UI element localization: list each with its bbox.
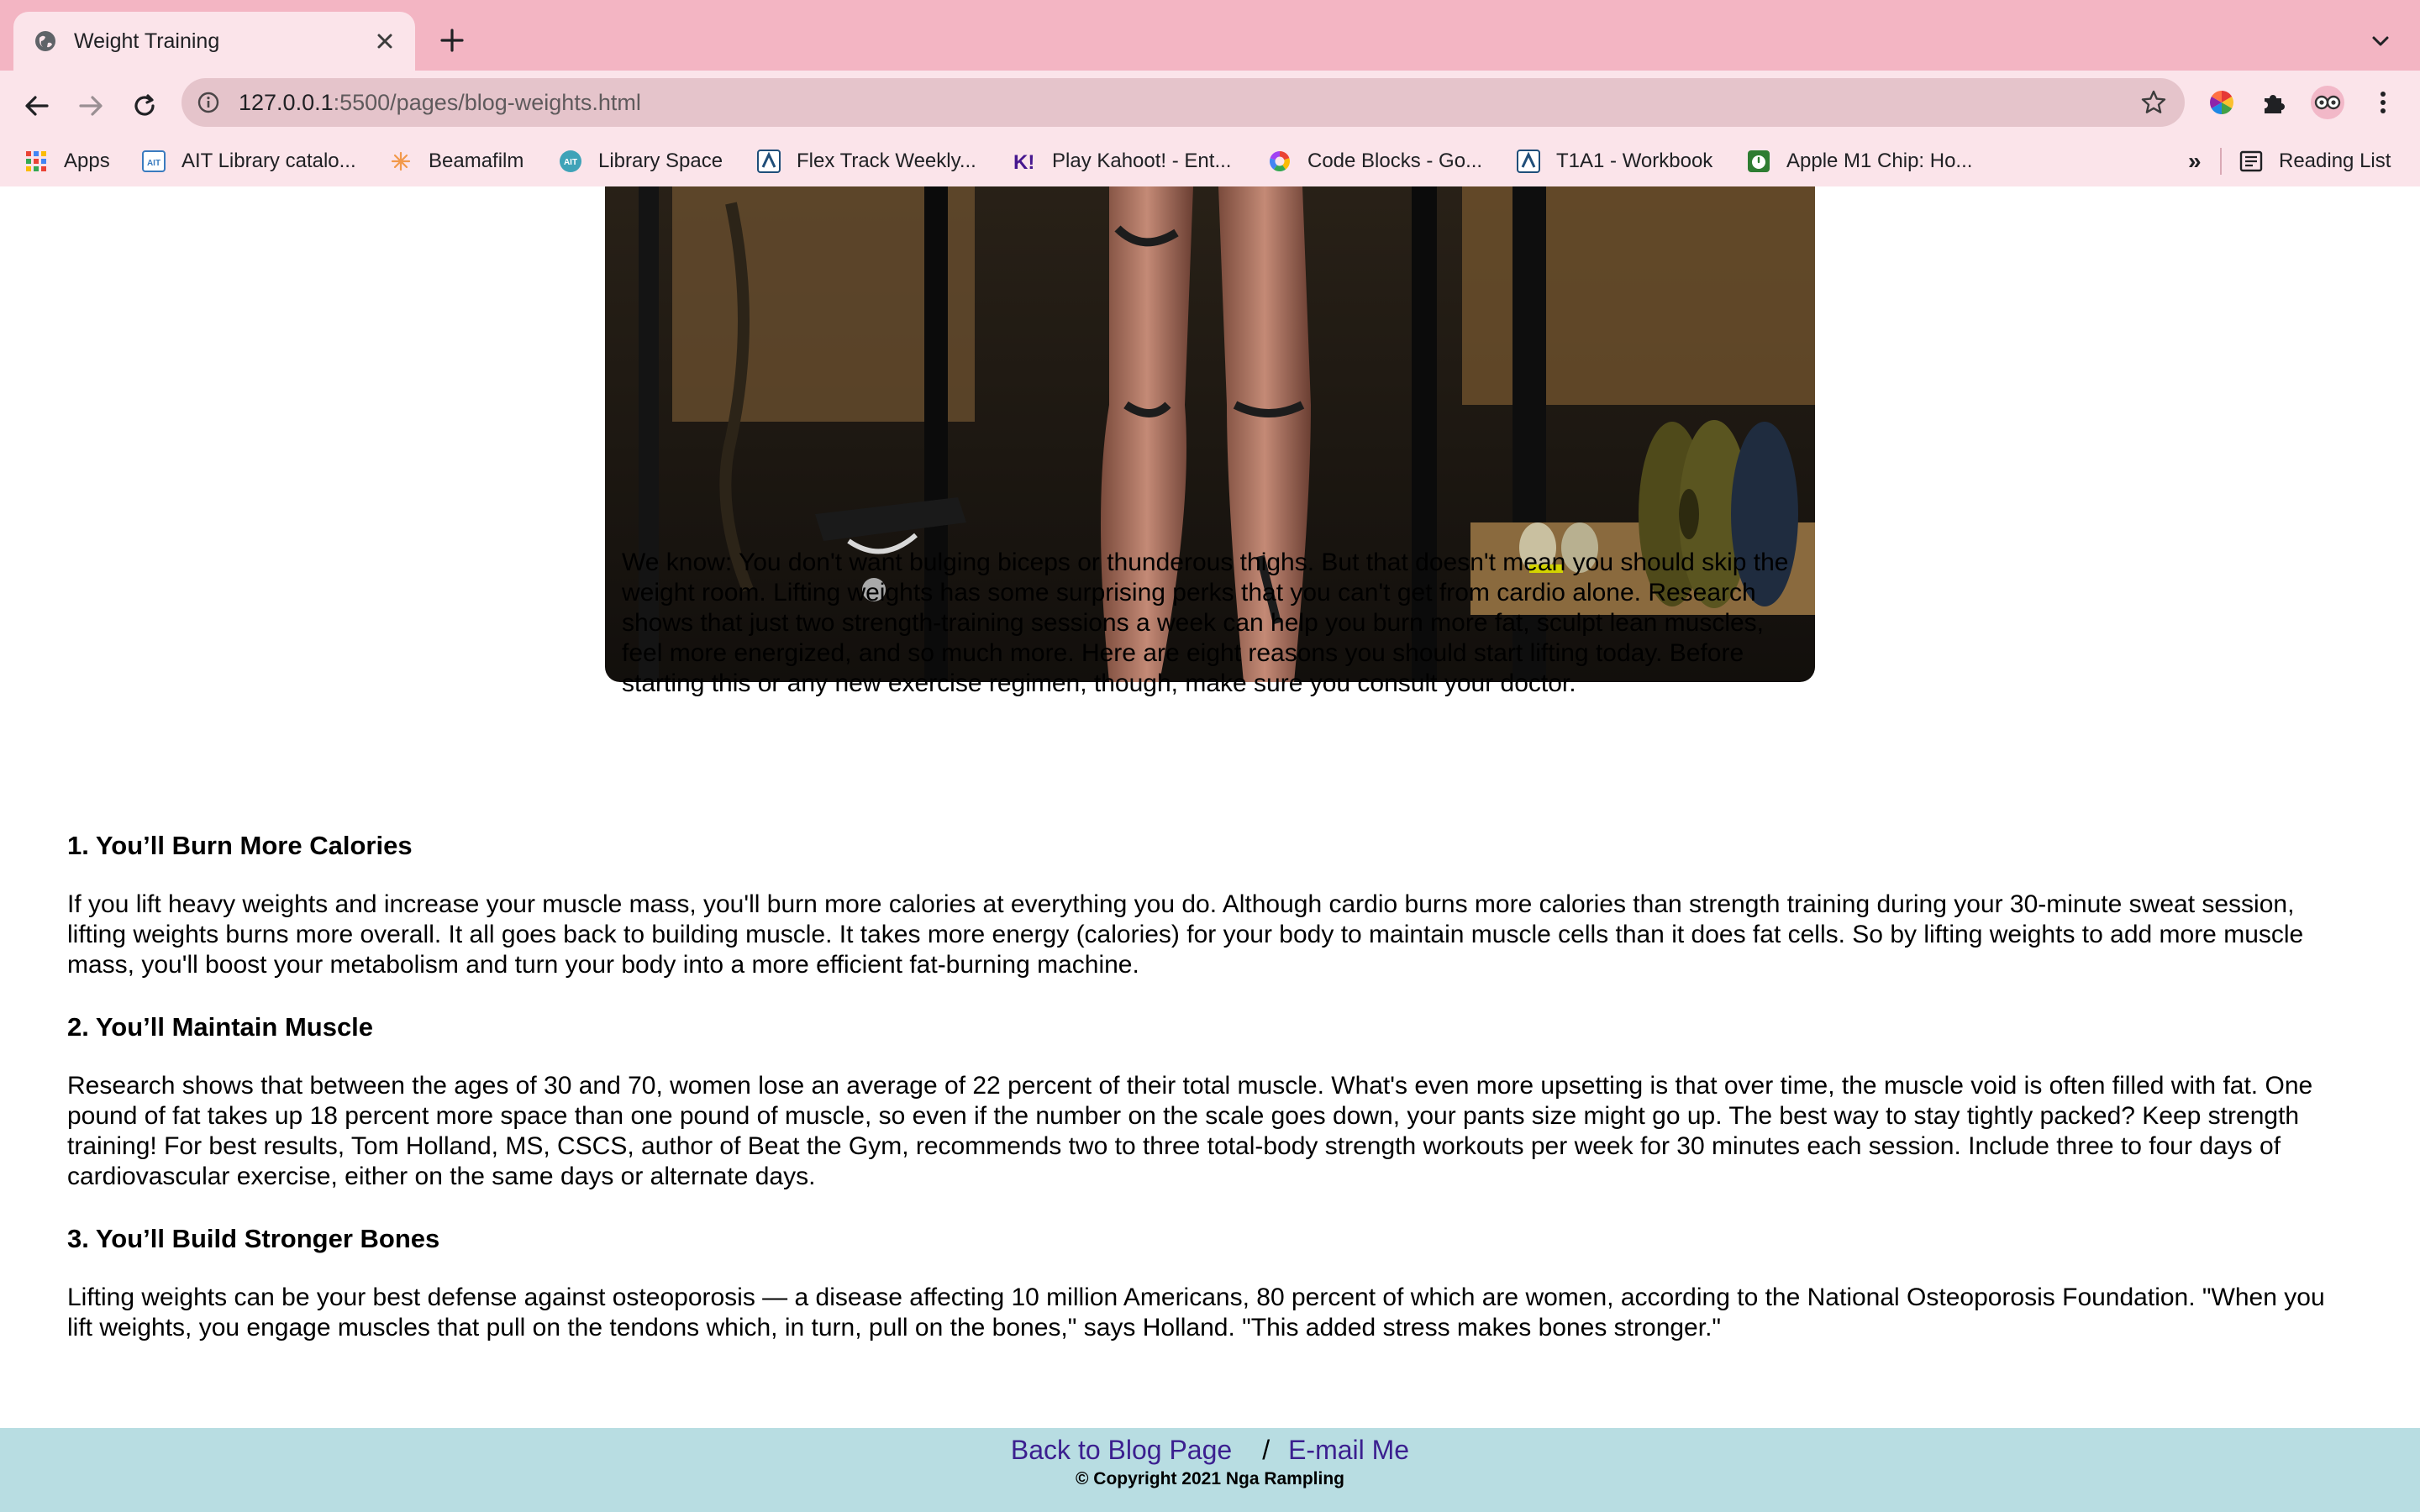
color-wheel-icon	[2210, 91, 2233, 114]
bookmark-t1a1-workbook[interactable]: T1A1 - Workbook	[1516, 144, 1712, 178]
url-host: 127.0.0.1	[239, 90, 334, 115]
kebab-menu-icon	[2381, 92, 2386, 113]
bookmark-flex-track[interactable]: Flex Track Weekly...	[756, 144, 976, 178]
bookmark-kahoot[interactable]: K! Play Kahoot! - Ent...	[1012, 144, 1231, 178]
bookmarks-overflow-button[interactable]: »	[2188, 144, 2202, 178]
apps-grid-icon	[24, 149, 49, 174]
bookmark-label: Apple M1 Chip: Ho...	[1786, 150, 1973, 172]
kahoot-icon: K!	[1012, 149, 1037, 174]
intro-paragraph: We know: You don't want bulging biceps o…	[622, 549, 1789, 697]
bookmark-star-icon[interactable]	[2139, 88, 2168, 117]
reading-list-label: Reading List	[2279, 150, 2391, 172]
bookmark-label: Beamafilm	[429, 150, 524, 172]
canvas-icon	[756, 149, 781, 174]
section-heading: 1. You’ll Burn More Calories	[67, 831, 413, 860]
stopwatch-icon	[1746, 149, 1771, 174]
bookmark-code-blocks[interactable]: Code Blocks - Go...	[1267, 144, 1482, 178]
section-body: Research shows that between the ages of …	[67, 1072, 2313, 1190]
url-path: :5500/pages/blog-weights.html	[333, 90, 641, 115]
tab-weight-training[interactable]: Weight Training	[13, 12, 415, 71]
bookmark-library-space[interactable]: AIT Library Space	[558, 144, 723, 178]
reading-list-button[interactable]: Reading List	[2238, 144, 2391, 178]
bookmark-label: Apps	[64, 150, 110, 172]
arrow-left-icon	[25, 96, 49, 116]
copyright-text: © Copyright 2021 Nga Rampling	[1075, 1469, 1345, 1488]
beamafilm-icon	[388, 149, 413, 174]
page-footer: Back to Blog Page / E-mail Me © Copyright …	[0, 1428, 2420, 1512]
tab-title: Weight Training	[74, 29, 220, 53]
reload-icon	[134, 94, 155, 116]
bookmark-label: T1A1 - Workbook	[1556, 150, 1713, 172]
globe-icon	[35, 31, 55, 51]
svg-text:AIT: AIT	[564, 158, 577, 167]
glasses-avatar-icon	[2314, 95, 2341, 110]
section-heading: 3. You’ll Build Stronger Bones	[67, 1224, 440, 1253]
reading-list-icon	[2238, 149, 2264, 174]
browser-menu-button[interactable]	[2366, 86, 2400, 119]
new-tab-plus-icon[interactable]	[437, 25, 467, 55]
reload-button[interactable]	[123, 84, 166, 128]
extensions-button[interactable]	[2257, 86, 2291, 119]
puzzle-piece-icon	[2265, 95, 2285, 113]
chevron-down-icon[interactable]	[2368, 29, 2393, 54]
section-body: Lifting weights can be your best defense…	[67, 1284, 2325, 1341]
url-text[interactable]: 127.0.0.1:5500/pages/blog-weights.html	[239, 88, 641, 117]
bookmark-beamafilm[interactable]: Beamafilm	[388, 144, 523, 178]
bookmark-apps[interactable]: Apps	[24, 144, 110, 178]
profile-avatar-button[interactable]	[2311, 86, 2344, 119]
forward-button[interactable]	[69, 84, 113, 128]
bookmarks-bar: Apps AIT AIT Library catalo... Beamafilm…	[0, 138, 2420, 185]
bookmark-label: Library Space	[598, 150, 723, 172]
browser-toolbar: 127.0.0.1:5500/pages/blog-weights.html A…	[0, 71, 2420, 202]
ait-icon: AIT	[141, 149, 166, 174]
color-extension-button[interactable]	[2205, 86, 2238, 119]
bookmark-apple-m1[interactable]: Apple M1 Chip: Ho...	[1746, 144, 1972, 178]
arrow-right-icon	[79, 96, 103, 116]
bookmark-ait-library[interactable]: AIT AIT Library catalo...	[141, 144, 356, 178]
svg-text:AIT: AIT	[147, 159, 160, 168]
bookmarks-divider	[2220, 148, 2222, 175]
section-body: If you lift heavy weights and increase y…	[67, 890, 2304, 979]
footer-links: Back to Blog Page / E-mail Me	[0, 1428, 2420, 1467]
page-viewport[interactable]: We know: You don't want bulging biceps o…	[0, 186, 2420, 1512]
svg-text:K!: K!	[1013, 151, 1034, 174]
info-icon[interactable]	[197, 91, 220, 114]
article-sections: 1. You’ll Burn More Calories If you lift…	[67, 829, 2353, 1373]
ait-circle-icon: AIT	[558, 149, 583, 174]
tab-strip: Weight Training	[0, 0, 2420, 71]
address-bar[interactable]: 127.0.0.1:5500/pages/blog-weights.html	[182, 78, 2185, 127]
bookmark-label: Code Blocks - Go...	[1307, 150, 1483, 172]
bookmark-label: Play Kahoot! - Ent...	[1052, 150, 1232, 172]
close-icon[interactable]	[371, 28, 398, 55]
footer-separator: /	[1262, 1435, 1270, 1465]
bookmark-label: Flex Track Weekly...	[797, 150, 976, 172]
email-me-link[interactable]: E-mail Me	[1288, 1435, 1409, 1465]
back-to-blog-link[interactable]: Back to Blog Page	[1011, 1435, 1232, 1465]
back-button[interactable]	[15, 84, 59, 128]
google-icon	[1267, 149, 1292, 174]
section-heading: 2. You’ll Maintain Muscle	[67, 1012, 374, 1042]
bookmark-label: AIT Library catalo...	[182, 150, 356, 172]
canvas-icon	[1516, 149, 1541, 174]
